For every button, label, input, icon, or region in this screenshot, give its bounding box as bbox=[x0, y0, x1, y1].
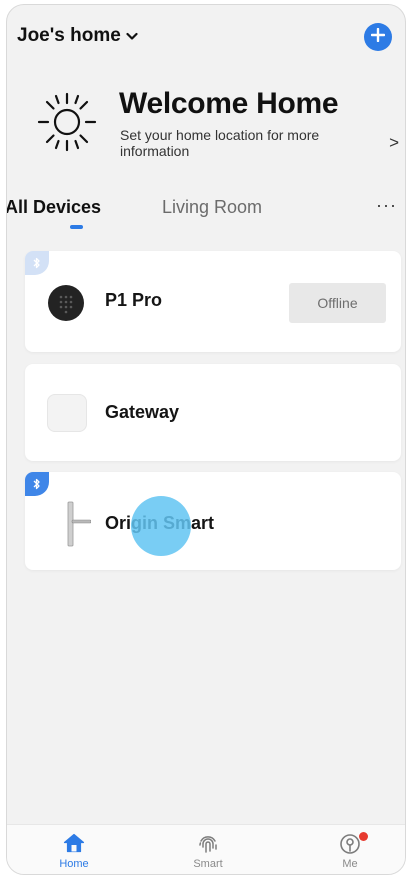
home-selector[interactable]: Joe's home bbox=[17, 25, 138, 47]
room-tabs: All Devices Living Room ··· bbox=[7, 195, 405, 235]
nav-label: Smart bbox=[193, 858, 223, 870]
device-card-p1-pro[interactable]: P1 Pro Offline bbox=[25, 251, 401, 352]
bluetooth-icon bbox=[25, 251, 49, 275]
smart-lock-icon bbox=[48, 285, 84, 321]
more-options-button[interactable]: ··· bbox=[376, 195, 397, 216]
bottom-nav: Home Smart Me bbox=[7, 824, 405, 874]
add-device-button[interactable] bbox=[364, 23, 392, 51]
fingerprint-icon bbox=[197, 833, 219, 860]
plus-icon bbox=[370, 27, 386, 47]
bluetooth-icon bbox=[25, 472, 49, 496]
chevron-right-icon: > bbox=[389, 133, 399, 152]
welcome-title: Welcome Home bbox=[119, 87, 339, 120]
device-name: P1 Pro bbox=[105, 290, 163, 310]
tab-all-devices[interactable]: All Devices bbox=[7, 197, 101, 218]
header: Joe's home bbox=[7, 21, 405, 57]
home-icon bbox=[63, 833, 85, 858]
tab-living-room[interactable]: Living Room bbox=[162, 197, 262, 218]
welcome-subtitle: Set your home location for more informat… bbox=[120, 127, 320, 159]
nav-label: Me bbox=[342, 858, 358, 870]
profile-icon bbox=[339, 833, 361, 860]
device-card-origin-smart[interactable]: Origin Smart bbox=[25, 472, 401, 570]
nav-home[interactable]: Home bbox=[34, 825, 114, 874]
nav-label: Home bbox=[59, 858, 89, 870]
tab-indicator bbox=[70, 225, 83, 229]
sun-icon bbox=[34, 89, 100, 160]
nav-me[interactable]: Me bbox=[310, 825, 390, 874]
app-screen: Joe's home Welcome Home Set your home lo… bbox=[6, 4, 406, 875]
touch-indicator bbox=[131, 496, 191, 556]
device-name: Gateway bbox=[105, 402, 180, 422]
device-card-gateway[interactable]: Gateway bbox=[25, 364, 401, 461]
status-badge: Offline bbox=[289, 283, 386, 323]
gateway-icon bbox=[47, 394, 87, 432]
chevron-down-icon bbox=[126, 28, 138, 46]
nav-smart[interactable]: Smart bbox=[168, 825, 248, 874]
welcome-banner[interactable]: Welcome Home Set your home location for … bbox=[7, 85, 405, 175]
notification-dot bbox=[359, 832, 368, 841]
home-name: Joe's home bbox=[17, 25, 121, 46]
door-handle-icon bbox=[63, 500, 92, 553]
